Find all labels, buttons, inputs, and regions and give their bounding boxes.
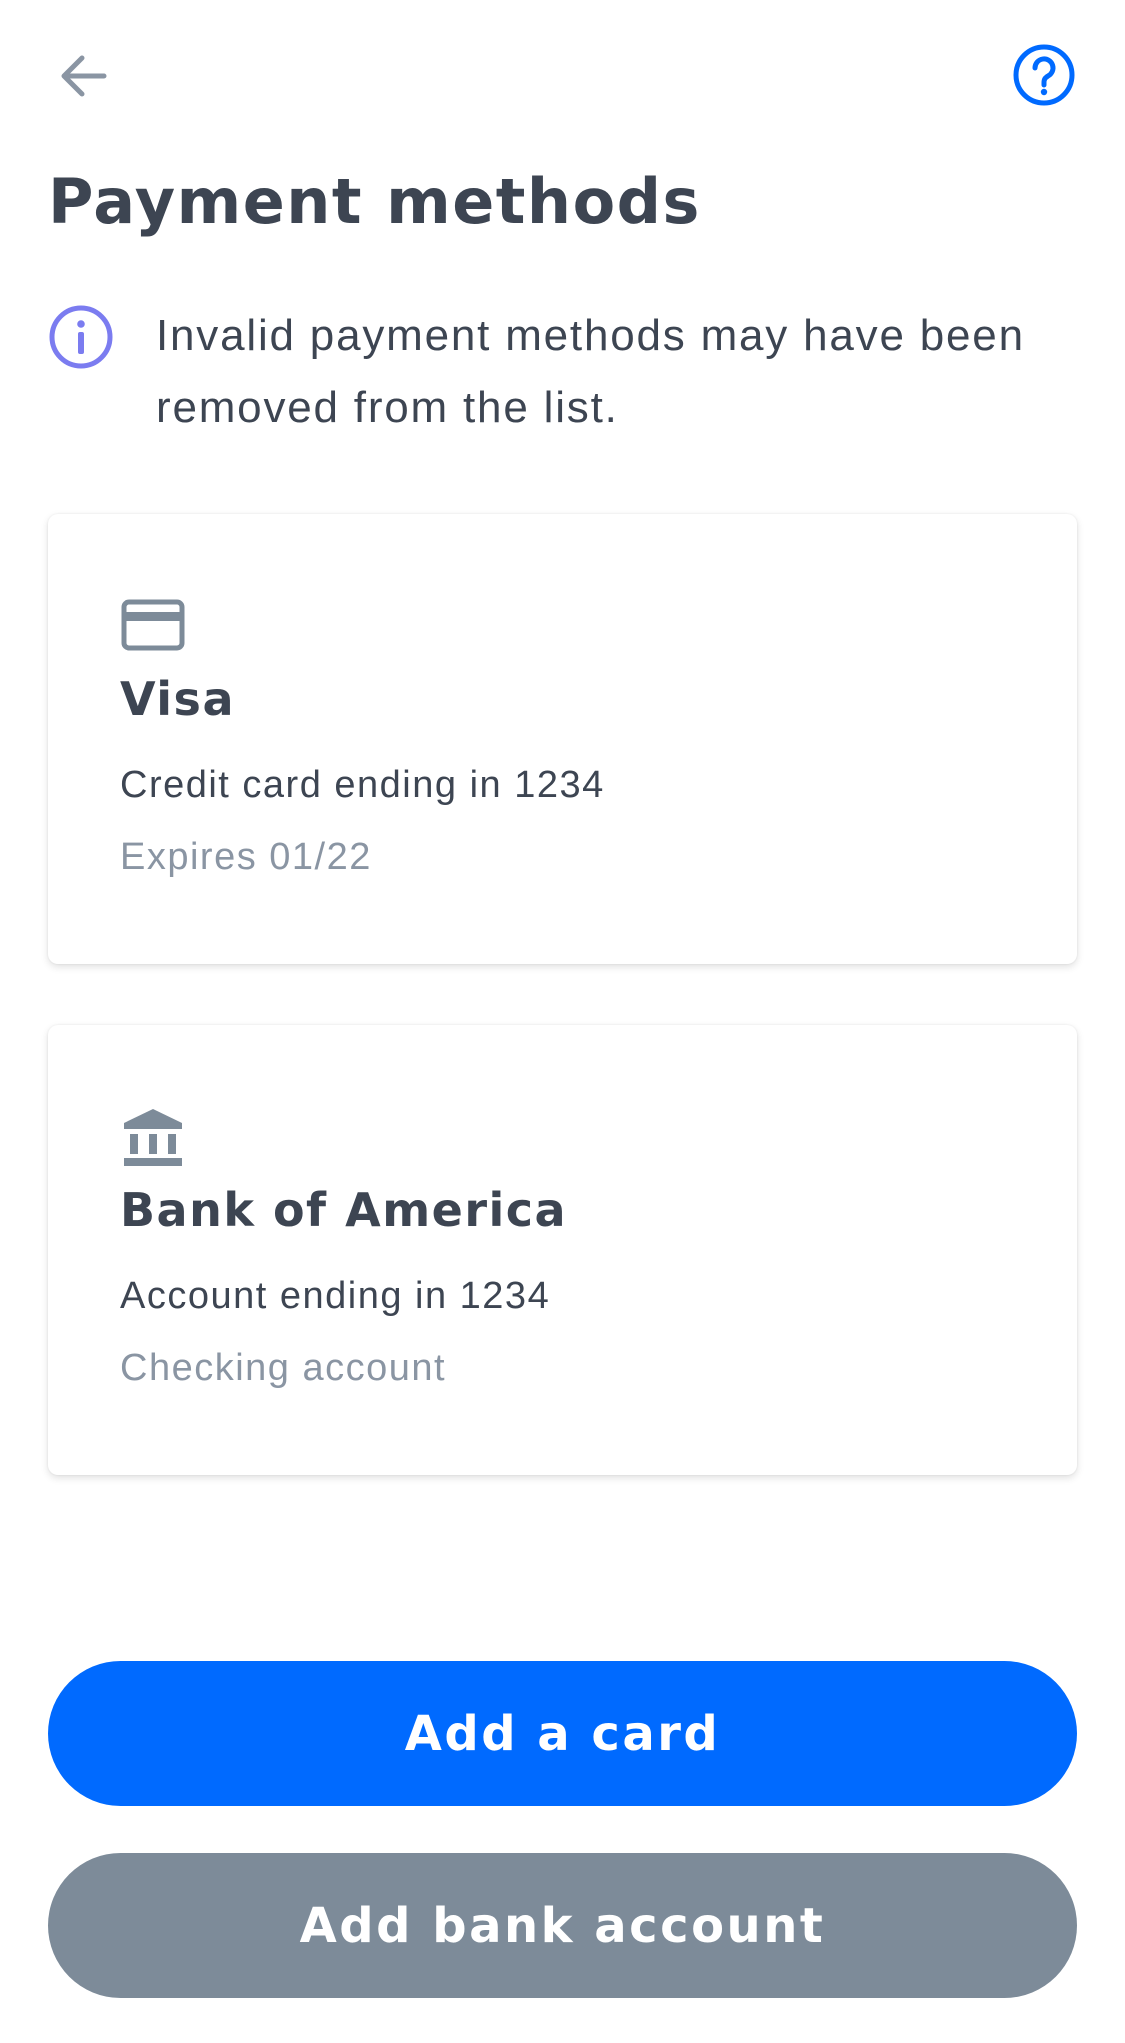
notice-text: Invalid payment methods may have been re…	[156, 311, 1025, 432]
payment-method-card-visa[interactable]: Visa Credit card ending in 1234 Expires …	[48, 514, 1077, 964]
arrow-left-icon	[61, 55, 107, 97]
payment-method-name: Bank of America	[120, 1183, 568, 1237]
credit-card-icon	[121, 599, 185, 651]
top-bar	[0, 0, 1125, 150]
page-title: Payment methods	[48, 165, 701, 238]
help-button[interactable]	[1005, 36, 1083, 114]
payment-method-detail: Credit card ending in 1234	[120, 764, 605, 806]
payment-method-account-type: Checking account	[120, 1347, 447, 1389]
back-button[interactable]	[48, 40, 120, 112]
add-card-button[interactable]: Add a card	[48, 1661, 1077, 1806]
add-bank-account-button[interactable]: Add bank account	[48, 1853, 1077, 1998]
payment-method-card-bank[interactable]: Bank of America Account ending in 1234 C…	[48, 1025, 1077, 1475]
bank-icon	[124, 1109, 182, 1166]
info-circle-icon	[49, 305, 113, 369]
payment-method-detail: Account ending in 1234	[120, 1275, 551, 1317]
question-circle-icon	[1013, 44, 1075, 106]
payment-method-name: Visa	[120, 672, 235, 726]
payment-method-expiry: Expires 01/22	[120, 836, 372, 878]
